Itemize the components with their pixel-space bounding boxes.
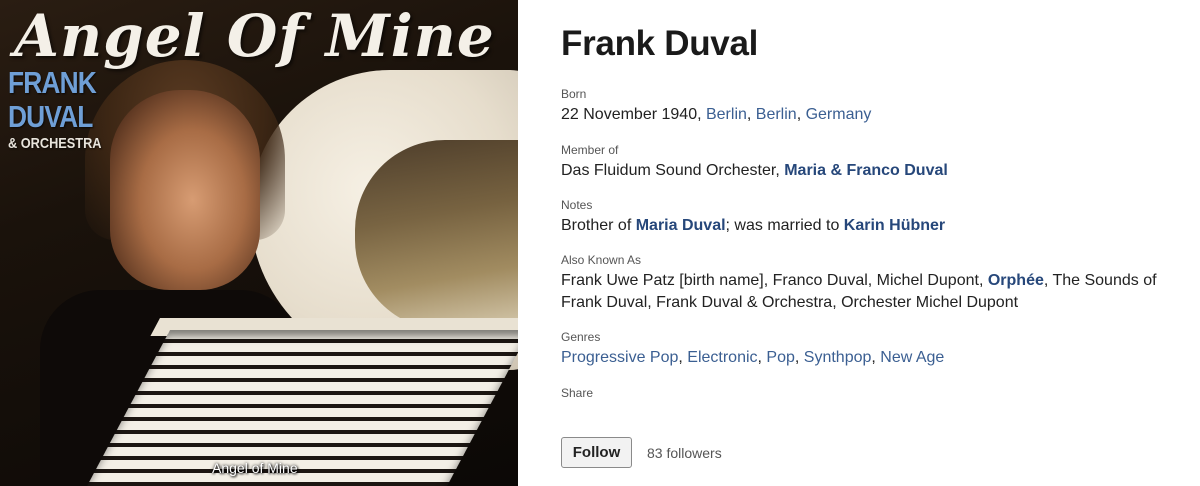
logo-line-3: & ORCHESTRA <box>8 135 102 152</box>
aka-link-orphee[interactable]: Orphée <box>988 272 1044 289</box>
logo-line-2: DUVAL <box>8 99 93 134</box>
genre-link[interactable]: Synthpop <box>804 349 872 366</box>
genres-label: Genres <box>561 330 601 344</box>
also-known-as-field: Also Known As Frank Uwe Patz [birth name… <box>561 253 1161 314</box>
member-of-field: Member of Das Fluidum Sound Orchester, M… <box>561 143 948 182</box>
genre-link[interactable]: Progressive Pop <box>561 349 678 366</box>
genre-link[interactable]: Electronic <box>687 349 757 366</box>
born-date: 22 November 1940, <box>561 106 702 123</box>
notes-mid: ; was married to <box>725 217 840 234</box>
member-link[interactable]: Maria & Franco Duval <box>784 162 948 179</box>
follow-row: Follow 83 followers <box>561 437 722 468</box>
artist-info-panel: Frank Duval Born 22 November 1940, Berli… <box>561 0 1181 468</box>
notes-field: Notes Brother of Maria Duval; was marrie… <box>561 198 945 237</box>
share-field: Share <box>561 386 593 400</box>
cover-caption: Angel of Mine <box>212 460 298 476</box>
notes-pre: Brother of <box>561 217 632 234</box>
born-place-link-country[interactable]: Germany <box>806 106 872 123</box>
piano-reflection-graphic <box>355 140 518 330</box>
logo-line-1: FRANK <box>8 65 97 100</box>
genre-link[interactable]: New Age <box>880 349 944 366</box>
born-field: Born 22 November 1940, Berlin, Berlin, G… <box>561 87 872 123</box>
cover-artist-logo: FRANK DUVAL & ORCHESTRA <box>8 66 102 154</box>
followers-count: 83 followers <box>647 444 722 461</box>
aka-pre: Frank Uwe Patz [birth name], Franco Duva… <box>561 272 984 289</box>
member-text: Das Fluidum Sound Orchester, <box>561 162 780 179</box>
follow-button[interactable]: Follow <box>561 437 632 468</box>
genres-field: Genres Progressive Pop, Electronic, Pop,… <box>561 330 945 366</box>
cover-title: Angel Of Mine <box>14 2 495 70</box>
member-label: Member of <box>561 143 619 157</box>
aka-label: Also Known As <box>561 253 642 267</box>
face-graphic <box>110 90 260 290</box>
genre-link[interactable]: Pop <box>766 349 794 366</box>
born-place-link-city[interactable]: Berlin <box>706 106 747 123</box>
notes-link-maria-duval[interactable]: Maria Duval <box>636 217 726 234</box>
album-cover: Angel Of Mine FRANK DUVAL & ORCHESTRA An… <box>0 0 518 486</box>
artist-name: Frank Duval <box>561 24 759 63</box>
notes-label: Notes <box>561 198 593 212</box>
born-place-link-state[interactable]: Berlin <box>756 106 797 123</box>
share-label: Share <box>561 386 594 400</box>
notes-link-karin-hubner[interactable]: Karin Hübner <box>844 217 945 234</box>
born-label: Born <box>561 87 587 101</box>
